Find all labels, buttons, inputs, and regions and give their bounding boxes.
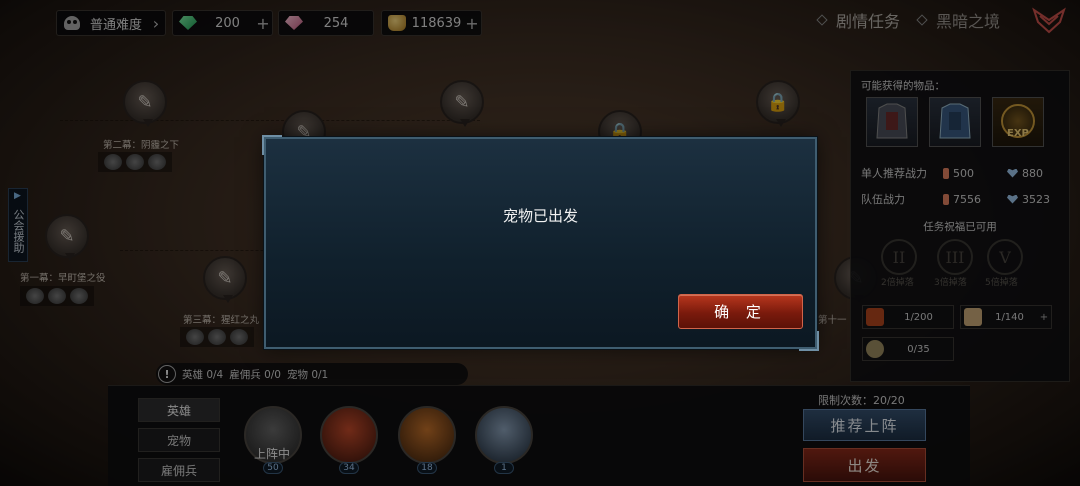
game-screen: ✎ 第二幕：阴霾之下 ✎ ✎ 🔒 🔒 ✎ 第一幕：早町堡之役 ✎ 第三幕：猩红之… bbox=[0, 0, 1080, 486]
dialog-message: 宠物已出发 bbox=[502, 207, 578, 225]
message-dialog: 宠物已出发 确 定 bbox=[262, 135, 819, 351]
confirm-button[interactable]: 确 定 bbox=[678, 294, 803, 329]
